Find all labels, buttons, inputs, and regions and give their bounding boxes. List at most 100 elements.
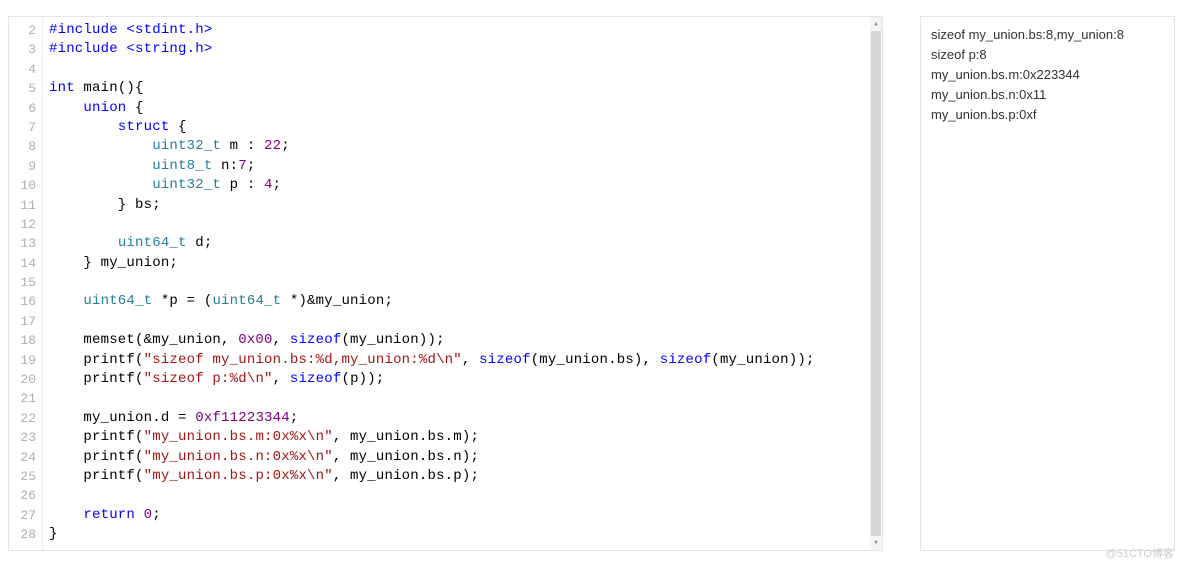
code-token: 0 [144,507,153,523]
scroll-up-icon[interactable]: ▴ [870,17,882,31]
code-line [49,389,882,408]
code-token: (p)); [341,371,384,387]
output-panel: sizeof my_union.bs:8,my_union:8sizeof p:… [920,16,1175,551]
code-lines[interactable]: #include <stdint.h> #include <string.h> in… [43,17,882,549]
code-token: 22 [264,138,281,154]
line-number: 23 [9,428,36,447]
code-token: m : [221,138,264,154]
code-token: ; [281,138,290,154]
code-body: #include <stdint.h> #include <string.h> in… [43,17,882,550]
code-token: , [273,371,290,387]
code-line: uint64_t *p = (uint64_t *)&my_union; [49,292,882,311]
code-token: "sizeof my_union.bs:%d,my_union:%d\n" [144,352,462,368]
code-token: #include <stdint.h> [49,22,212,38]
vertical-scrollbar[interactable]: ▴ ▾ [870,17,882,550]
code-token: , [273,332,290,348]
code-token: (my_union)); [711,352,814,368]
code-token: ; [152,507,161,523]
scroll-down-icon[interactable]: ▾ [870,536,882,550]
code-line [49,486,882,505]
code-token: uint32_t [152,177,221,193]
code-token: ; [247,158,256,174]
page-root: 2345678910111213141516171819202122232425… [0,0,1184,567]
code-token: , my_union.bs.n); [333,449,479,465]
code-token: 7 [238,158,247,174]
line-number: 5 [9,79,36,98]
code-line: } [49,525,882,544]
code-token: } bs; [49,197,161,213]
code-token: sizeof [290,371,342,387]
code-token: uint8_t [152,158,212,174]
code-token: my_union.d = [49,410,195,426]
code-line: printf("sizeof p:%d\n", sizeof(p)); [49,370,882,389]
code-token: "my_union.bs.m:0x%x\n" [144,429,333,445]
line-number: 28 [9,525,36,544]
code-token: return [83,507,135,523]
code-token: uint32_t [152,138,221,154]
code-token: sizeof [660,352,712,368]
code-token: uint64_t [212,293,281,309]
line-number: 14 [9,254,36,273]
code-token [49,158,152,174]
line-number: 7 [9,118,36,137]
output-line: my_union.bs.p:0xf [931,105,1164,125]
code-line: my_union.d = 0xf11223344; [49,409,882,428]
code-line: int main(){ [49,79,882,98]
code-token: "my_union.bs.n:0x%x\n" [144,449,333,465]
code-token [49,100,83,116]
code-line: uint32_t m : 22; [49,137,882,156]
code-token: , my_union.bs.p); [333,468,479,484]
code-token: printf( [49,429,144,445]
line-number: 15 [9,273,36,292]
line-number: 21 [9,389,36,408]
code-token: printf( [49,352,144,368]
code-token: printf( [49,449,144,465]
code-token: struct [118,119,170,135]
line-number: 8 [9,137,36,156]
code-token: #include <string.h> [49,41,212,57]
line-number: 26 [9,486,36,505]
code-token [49,293,83,309]
code-token: sizeof [290,332,342,348]
code-line: uint64_t d; [49,234,882,253]
code-token: uint64_t [83,293,152,309]
line-number: 27 [9,506,36,525]
code-line: union { [49,99,882,118]
code-token: , my_union.bs.m); [333,429,479,445]
code-token: main [83,80,117,96]
code-line [49,215,882,234]
code-token [49,177,152,193]
code-line: printf("my_union.bs.n:0x%x\n", my_union.… [49,448,882,467]
output-line: sizeof my_union.bs:8,my_union:8 [931,25,1164,45]
line-number: 12 [9,215,36,234]
code-token: int [49,80,75,96]
code-line [49,273,882,292]
code-token: "sizeof p:%d\n" [144,371,273,387]
line-number: 4 [9,60,36,79]
line-number: 22 [9,409,36,428]
code-token [49,119,118,135]
code-line: struct { [49,118,882,137]
code-line: return 0; [49,506,882,525]
code-token: uint64_t [118,235,187,251]
scrollbar-thumb[interactable] [871,31,881,536]
code-token: printf( [49,371,144,387]
code-token: 0x00 [238,332,272,348]
code-token: , [462,352,479,368]
code-token: (my_union)); [341,332,444,348]
code-token: 4 [264,177,273,193]
line-number: 10 [9,176,36,195]
watermark-text: @51CTO博客 [1106,545,1174,561]
code-token: ; [273,177,282,193]
code-token [49,507,83,523]
output-line: my_union.bs.n:0x11 [931,85,1164,105]
code-token: } [49,526,58,542]
code-token: sizeof [479,352,531,368]
code-token: } my_union; [49,255,178,271]
output-line: sizeof p:8 [931,45,1164,65]
code-line: memset(&my_union, 0x00, sizeof(my_union)… [49,331,882,350]
code-token [135,507,144,523]
code-token: p : [221,177,264,193]
code-line: uint8_t n:7; [49,157,882,176]
code-token: { [126,100,143,116]
